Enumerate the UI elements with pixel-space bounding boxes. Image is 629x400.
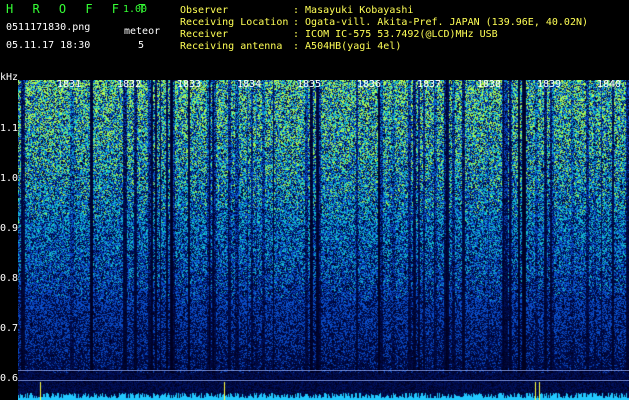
x-tick-label: 1835 (297, 79, 322, 90)
location-label: Receiving Location (180, 17, 289, 28)
antenna-value: : A504HB(yagi 4el) (293, 41, 402, 52)
x-tick-label: 1832 (117, 79, 142, 90)
y-tick-label: 0.8 (0, 273, 19, 284)
meteor-label: meteor (124, 26, 161, 37)
hroff-window: H R O F F T 1.00 0511171830.png meteor 0… (0, 0, 629, 400)
meteor-count: 5 (138, 40, 145, 51)
antenna-label: Receiving antenna (180, 41, 283, 52)
y-unit-label: kHz (0, 72, 19, 83)
x-tick-label: 1837 (417, 79, 442, 90)
x-tick-label: 1840 (597, 79, 622, 90)
location-value: : Ogata-vill. Akita-Pref. JAPAN (139.96E… (293, 17, 589, 28)
reference-line (18, 380, 629, 381)
y-tick-label: 0.7 (0, 323, 19, 334)
x-tick-label: 1839 (537, 79, 562, 90)
x-tick-label: 1834 (237, 79, 262, 90)
spectrogram (18, 80, 629, 400)
datetime-label: 05.11.17 18:30 (6, 40, 91, 51)
filename-label: 0511171830.png (6, 22, 91, 33)
x-tick-label: 1831 (57, 79, 82, 90)
observer-value: : Masayuki Kobayashi (293, 5, 414, 16)
y-tick-label: 1.0 (0, 173, 19, 184)
y-tick-label: 0.6 (0, 373, 19, 384)
receiver-value: : ICOM IC-575 53.7492(@LCD)MHz USB (293, 29, 498, 40)
x-tick-label: 1838 (477, 79, 502, 90)
x-tick-label: 1836 (357, 79, 382, 90)
y-tick-label: 1.1 (0, 123, 19, 134)
x-tick-label: 1833 (177, 79, 202, 90)
app-version: 1.00 (123, 4, 148, 15)
observer-label: Observer (180, 5, 229, 16)
receiver-label: Receiver (180, 29, 229, 40)
y-tick-label: 0.9 (0, 223, 19, 234)
reference-line (18, 370, 629, 371)
